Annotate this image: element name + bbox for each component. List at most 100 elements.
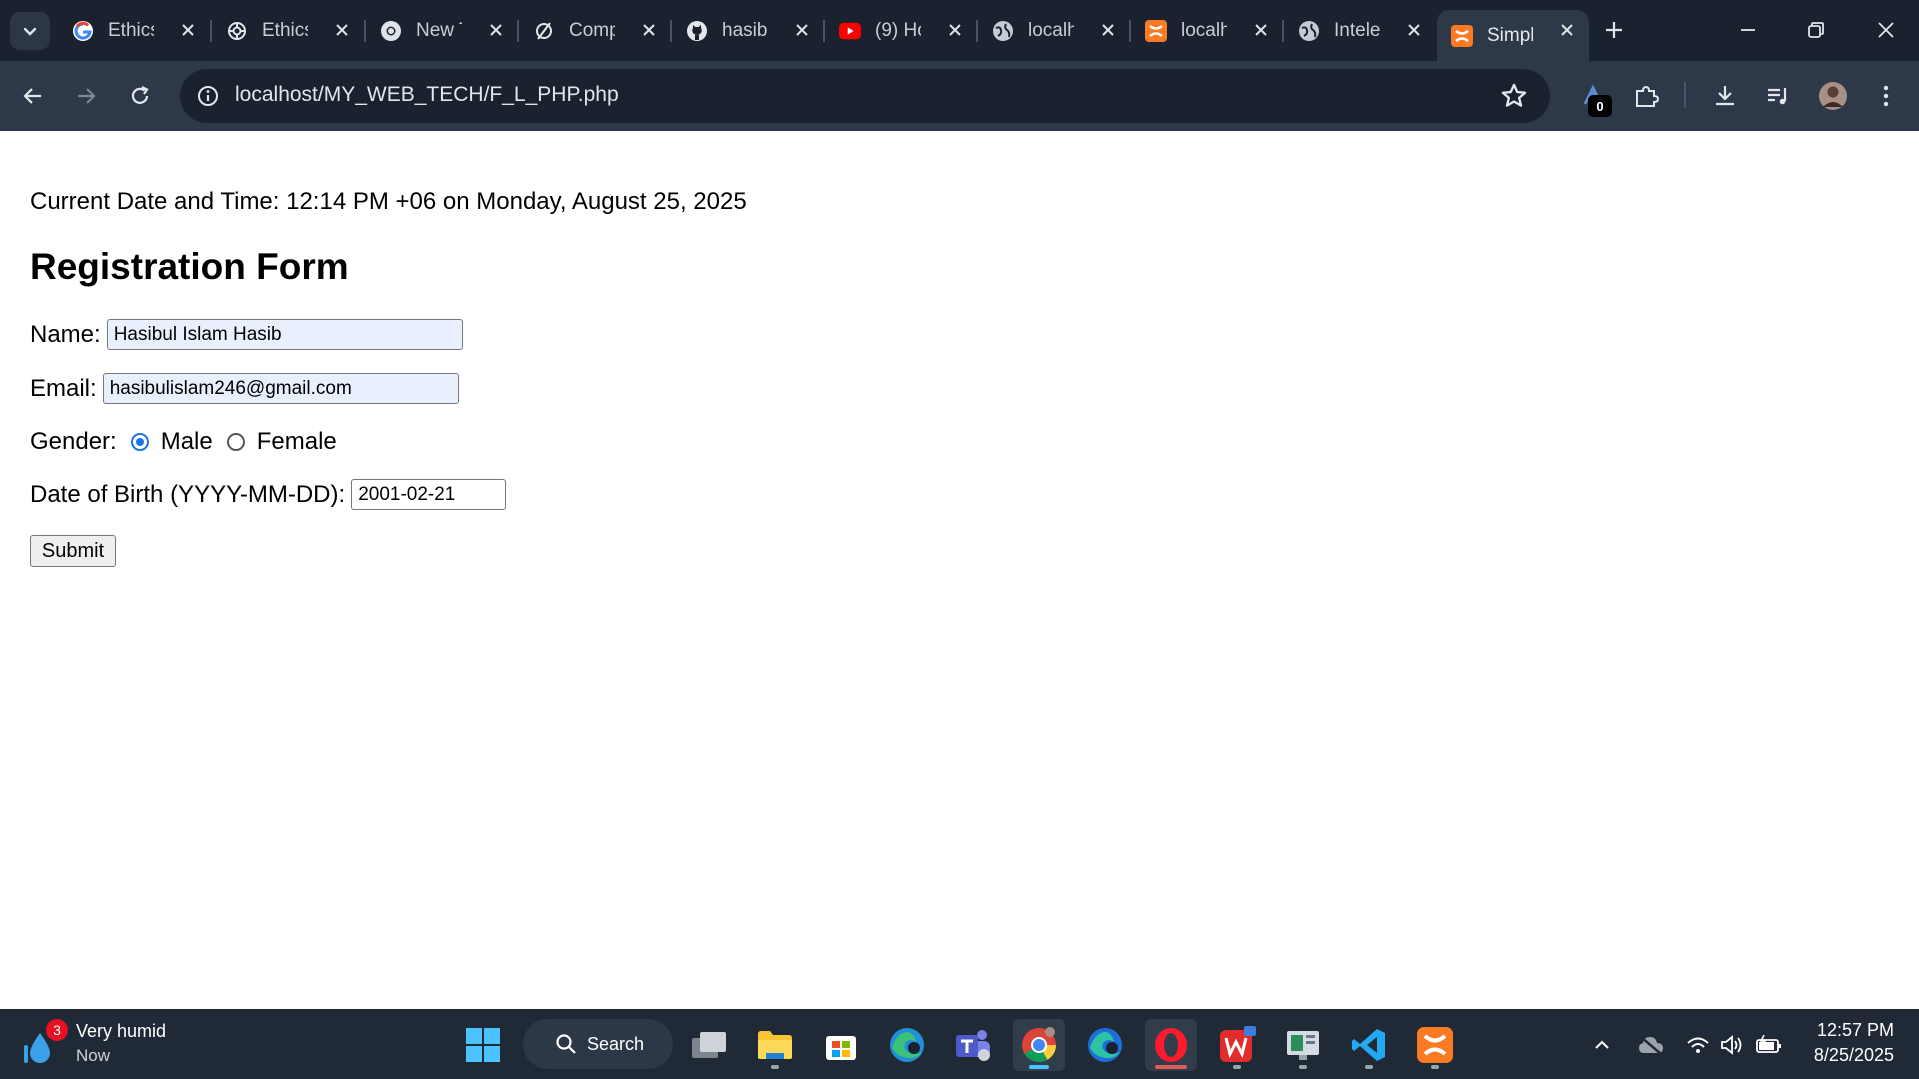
start-button[interactable]: [457, 1019, 509, 1071]
browser-tab[interactable]: Ethics: [58, 10, 210, 51]
back-button[interactable]: [14, 77, 52, 115]
xampp-button[interactable]: [1409, 1019, 1461, 1071]
store-icon: [826, 1036, 856, 1060]
downloads-button[interactable]: [1707, 78, 1743, 114]
media-controls-button[interactable]: [1760, 78, 1796, 114]
search-label: Search: [587, 1033, 645, 1054]
restore-button[interactable]: [1786, 8, 1846, 52]
extensions-menu-button[interactable]: [1628, 78, 1664, 114]
taskbar-search[interactable]: Search: [523, 1019, 673, 1069]
microsoft-store-button[interactable]: [815, 1019, 867, 1071]
back-arrow-icon: [23, 88, 41, 104]
current-datetime: Current Date and Time: 12:14 PM +06 on M…: [30, 188, 747, 215]
browser-tab[interactable]: Ethics: [212, 10, 364, 51]
chevron-down-icon: [23, 27, 37, 36]
xampp-icon: [1451, 24, 1473, 47]
wifi-button[interactable]: [1684, 1031, 1712, 1059]
chrome-icon: [1022, 1027, 1056, 1062]
gender-row: Gender: Male Female: [30, 428, 337, 456]
restore-icon: [1808, 22, 1824, 38]
gender-male-radio[interactable]: [130, 433, 149, 451]
battery-button[interactable]: [1755, 1031, 1783, 1059]
plus-icon: [1606, 22, 1622, 38]
close-icon[interactable]: [180, 22, 196, 38]
browser-tab[interactable]: Comp: [519, 10, 671, 51]
edge-button[interactable]: [1079, 1019, 1131, 1071]
weather-widget[interactable]: 3 Very humid Now: [20, 1019, 180, 1069]
profile-button[interactable]: [1815, 78, 1851, 114]
browser-toolbar: localhost/MY_WEB_TECH/F_L_PHP.php: [0, 61, 1919, 131]
weather-condition: Very humid: [76, 1021, 167, 1041]
email-row: Email:: [30, 373, 459, 404]
new-tab-button[interactable]: [1598, 14, 1630, 46]
browser-tab[interactable]: New T: [366, 10, 518, 51]
taskbar-clock-time[interactable]: 12:57 PM: [1817, 1020, 1894, 1041]
wps-office-button[interactable]: [1211, 1019, 1263, 1071]
tab-title: Ethics: [108, 19, 154, 41]
chrome-taskbar-button[interactable]: [1013, 1019, 1065, 1071]
page-title: Registration Form: [30, 246, 349, 287]
close-icon[interactable]: [641, 22, 657, 38]
download-icon: [1716, 86, 1734, 106]
close-window-button[interactable]: [1856, 8, 1916, 52]
tab-title: localh: [1181, 19, 1227, 41]
site-info-icon[interactable]: [194, 82, 222, 110]
gender-female-radio[interactable]: [226, 433, 245, 451]
minimize-button[interactable]: [1718, 8, 1778, 52]
browser-tab-active[interactable]: Simpl: [1437, 10, 1589, 61]
show-hidden-icons-button[interactable]: [1588, 1031, 1616, 1059]
vscode-button[interactable]: [1343, 1019, 1395, 1071]
xampp-icon: [1145, 19, 1167, 42]
task-view-icon: [692, 1032, 726, 1058]
chevron-up-icon: [1595, 1040, 1609, 1049]
gender-label: Gender:: [30, 428, 117, 455]
submit-button[interactable]: Submit: [30, 535, 116, 567]
address-bar[interactable]: localhost/MY_WEB_TECH/F_L_PHP.php: [180, 69, 1550, 123]
volume-button[interactable]: [1718, 1031, 1746, 1059]
close-icon[interactable]: [488, 22, 504, 38]
edge-icon: [1088, 1028, 1122, 1062]
bookmark-star-icon[interactable]: [1500, 82, 1528, 110]
close-icon[interactable]: [334, 22, 350, 38]
battery-charging-icon: [1756, 1035, 1781, 1053]
name-input[interactable]: [106, 319, 463, 350]
file-explorer-button[interactable]: [749, 1019, 801, 1071]
perplexity-icon: [533, 20, 555, 42]
windows-taskbar: 3 Very humid Now Search 12:57 PM 8/25/20…: [0, 1009, 1919, 1079]
teams-button[interactable]: [947, 1019, 999, 1071]
task-view-button[interactable]: [683, 1019, 735, 1071]
browser-tab[interactable]: Intele: [1284, 10, 1436, 51]
close-icon[interactable]: [1253, 22, 1269, 38]
running-indicator: [771, 1065, 779, 1069]
browser-tab[interactable]: (9) Ho: [825, 10, 977, 51]
browser-tab[interactable]: localh: [978, 10, 1130, 51]
close-icon[interactable]: [947, 22, 963, 38]
forward-arrow-icon: [78, 88, 96, 104]
close-icon[interactable]: [1559, 22, 1575, 38]
browser-menu-button[interactable]: [1868, 78, 1904, 114]
screen-app-button[interactable]: [1277, 1019, 1329, 1071]
active-indicator: [1155, 1065, 1187, 1069]
search-icon: [556, 1034, 576, 1054]
reload-button[interactable]: [121, 77, 159, 115]
tab-search-button[interactable]: [10, 12, 50, 50]
close-icon[interactable]: [1406, 22, 1422, 38]
email-input[interactable]: [102, 373, 459, 404]
edge-dev-button[interactable]: [881, 1019, 933, 1071]
opera-button[interactable]: [1145, 1019, 1197, 1071]
browser-tab[interactable]: localh: [1131, 10, 1283, 51]
close-icon: [1878, 22, 1894, 38]
name-row: Name:: [30, 319, 463, 350]
running-indicator: [1299, 1065, 1307, 1069]
tab-title: Simpl: [1487, 24, 1533, 46]
browser-tab[interactable]: hasib: [672, 10, 824, 51]
close-icon[interactable]: [1100, 22, 1116, 38]
taskbar-clock-date[interactable]: 8/25/2025: [1814, 1045, 1894, 1066]
forward-button[interactable]: [67, 77, 105, 115]
url-text[interactable]: localhost/MY_WEB_TECH/F_L_PHP.php: [235, 83, 619, 107]
dob-input[interactable]: [351, 479, 507, 510]
onedrive-button[interactable]: [1637, 1031, 1665, 1059]
media-queue-icon: [1768, 88, 1787, 105]
dob-row: Date of Birth (YYYY-MM-DD):: [30, 479, 507, 510]
close-icon[interactable]: [794, 22, 810, 38]
